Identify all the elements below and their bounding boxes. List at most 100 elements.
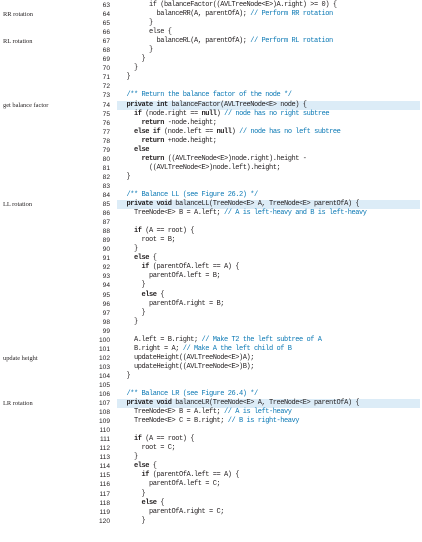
code-line: 77 else if (node.left == null) // node h…: [0, 128, 422, 137]
code-text: }: [119, 245, 138, 254]
line-number: 80: [102, 155, 110, 163]
code-line: 95 else {: [0, 291, 422, 300]
code-comment: // Make T2 the left subtree of A: [201, 335, 322, 344]
code-text: }: [119, 490, 146, 499]
code-keyword: null: [201, 109, 217, 118]
margin-annotation: RR rotation: [3, 11, 33, 19]
code-text: parentOfA.left = B;: [119, 272, 221, 281]
code-keyword: return: [141, 118, 165, 127]
code-token: parentOfA.right = B;: [119, 299, 225, 308]
code-text: if (parentOfA.left == A) {: [119, 471, 240, 480]
code-line: LR rotation 107 private void balanceLR(Tr…: [0, 399, 422, 409]
code-comment: /** Balance LR (see Figure 26.4) */: [119, 390, 259, 399]
code-token: TreeNode<E> B = A.left;: [119, 408, 225, 417]
code-text: TreeNode<E> C = B.right; // B is right-h…: [119, 417, 299, 426]
code-text: parentOfA.right = B;: [119, 300, 224, 309]
code-text: }: [119, 64, 138, 73]
code-text: private int balanceFactor(AVLTreeNode<E>…: [119, 101, 307, 110]
code-keyword: else: [141, 290, 157, 299]
line-number: 63: [102, 2, 110, 9]
code-token: (parentOfA.left == A) {: [149, 263, 240, 272]
code-keyword: private void: [126, 399, 172, 408]
code-keyword: else if: [134, 127, 161, 136]
code-line: RL rotation 67 balanceRL(A, parentOfA); /…: [0, 37, 422, 46]
code-comment: // A is left-heavy and B is left-heavy: [224, 209, 367, 218]
code-text: B.right = A; // Make A the left child of…: [119, 345, 292, 354]
code-token: balanceFactor(AVLTreeNode<E> node) {: [167, 100, 307, 109]
code-keyword: if: [134, 227, 142, 236]
code-text: updateHeight((AVLTreeNode<E>)A);: [119, 354, 254, 363]
line-number: 92: [102, 264, 110, 272]
code-keyword: if: [134, 109, 142, 118]
code-token: B.right = A;: [119, 344, 183, 353]
code-text: if (A == root) {: [119, 435, 194, 444]
code-line: 98 }: [0, 318, 422, 327]
code-keyword: else: [134, 254, 150, 263]
code-text: return ((AVLTreeNode<E>)node.right).heig…: [119, 155, 307, 164]
line-number: 114: [99, 463, 110, 471]
code-keyword: else: [134, 145, 150, 154]
line-number: 97: [102, 309, 110, 317]
code-keyword: return: [141, 154, 165, 163]
code-line: 118 else {: [0, 499, 422, 508]
code-token: }: [119, 64, 138, 73]
code-line: 113 }: [0, 453, 422, 462]
line-number: 115: [99, 472, 110, 480]
code-text: }: [119, 453, 138, 462]
code-token: if (balanceFactor((AVLTreeNode<E>)A.righ…: [119, 1, 322, 9]
line-number: 120: [98, 517, 110, 525]
code-text: root = B;: [119, 236, 176, 245]
code-token: }: [119, 371, 131, 380]
code-text: updateHeight((AVLTreeNode<E>)B);: [119, 363, 254, 372]
code-token: {: [149, 462, 157, 471]
code-text: return +node.height;: [119, 137, 217, 146]
line-number: 111: [99, 436, 110, 444]
line-number: 67: [102, 38, 110, 46]
code-text: }: [119, 517, 146, 526]
code-line: RR rotation 64 balanceRR(A, parentOfA); /…: [0, 10, 422, 19]
code-token: TreeNode<E> B = A.left;: [119, 209, 225, 218]
code-keyword: return: [141, 136, 165, 145]
code-token: balanceLL(TreeNode<E> A, TreeNode<E> par…: [171, 200, 360, 209]
code-text: else: [119, 146, 149, 155]
code-text: }: [119, 46, 153, 55]
code-line: 79 else: [0, 146, 422, 155]
code-keyword: if: [134, 435, 142, 444]
line-number: 117: [99, 490, 110, 498]
line-number: 101: [98, 345, 110, 353]
code-comment: /** Balance LL (see Figure 26.2) */: [119, 190, 259, 199]
code-text: parentOfA.right = C;: [119, 508, 224, 517]
line-number: 68: [102, 47, 110, 55]
line-number: 89: [102, 237, 110, 245]
code-text: else {: [119, 28, 172, 37]
code-token: parentOfA.left = C;: [119, 480, 221, 489]
line-number: 64: [102, 11, 110, 19]
code-line: 65 }: [0, 19, 422, 28]
line-number: 72: [102, 83, 110, 91]
line-number: 103: [98, 363, 110, 371]
code-token: }: [119, 281, 146, 290]
margin-annotation: LR rotation: [3, 400, 33, 408]
code-line: 106 /** Balance LR (see Figure 26.4) */: [0, 390, 422, 399]
line-number: 109: [98, 418, 110, 426]
code-token: {: [149, 254, 157, 263]
code-line: get balance factor 74 private int balance…: [0, 100, 422, 110]
code-text: }: [119, 309, 146, 318]
code-token: A.left = B.right;: [119, 335, 202, 344]
line-number: 107: [98, 400, 110, 408]
code-token: }: [119, 73, 131, 82]
code-line: LL rotation 85 private void balanceLL(Tre…: [0, 200, 422, 210]
code-text: ((AVLTreeNode<E>)node.left).height;: [119, 164, 281, 173]
code-line: 75 if (node.right == null) // node has n…: [0, 110, 422, 119]
code-token: (node.left ==: [160, 127, 217, 136]
line-number: 112: [99, 445, 110, 453]
code-text: }: [119, 55, 146, 64]
code-line: 63 if (balanceFactor((AVLTreeNode<E>)A.r…: [0, 1, 422, 10]
code-comment: // Make A the left child of B: [182, 344, 292, 353]
